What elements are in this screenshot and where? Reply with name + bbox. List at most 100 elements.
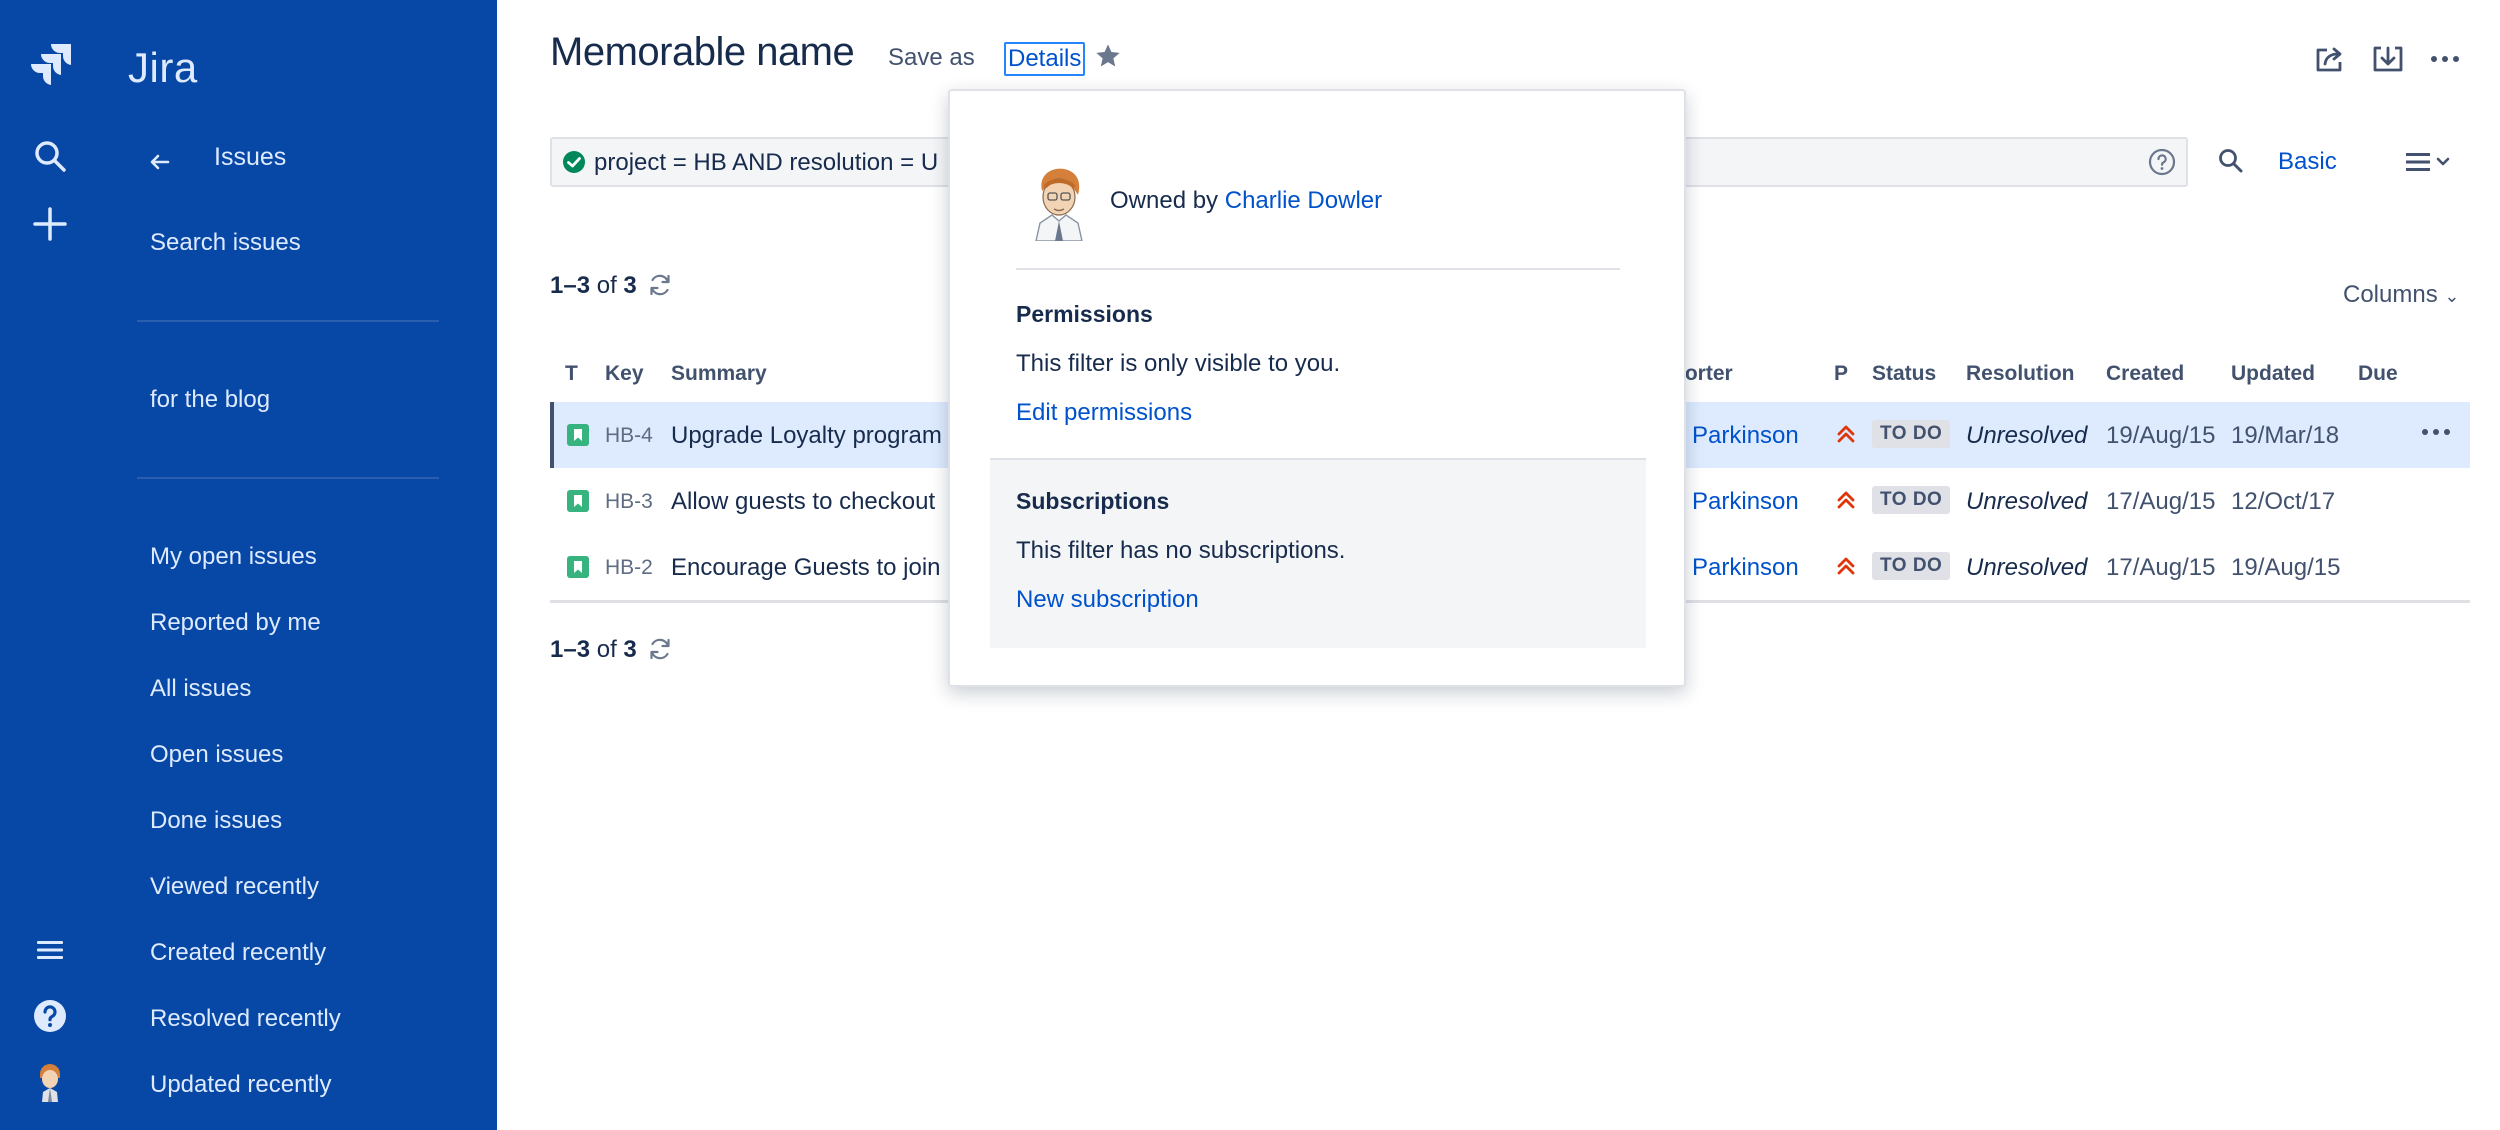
story-icon: [567, 556, 589, 578]
priority-highest-icon: [1837, 557, 1855, 575]
sidebar-item-done-issues[interactable]: Done issues: [150, 807, 282, 835]
owned-by-label: Owned by: [1110, 187, 1219, 214]
issue-resolution: Unresolved: [1966, 422, 2088, 449]
sidebar-item-created-recently[interactable]: Created recently: [150, 939, 326, 967]
results-count-bottom: 1–3 of 3: [550, 636, 637, 664]
issue-summary[interactable]: Upgrade Loyalty program: [671, 422, 942, 450]
priority-highest-icon: [1837, 491, 1855, 509]
subscriptions-text: This filter has no subscriptions.: [1016, 537, 1346, 564]
columns-button[interactable]: Columns ⌄: [2343, 281, 2459, 309]
sidebar-item-viewed-recently[interactable]: Viewed recently: [150, 873, 319, 901]
issue-created: 17/Aug/15: [2106, 554, 2216, 581]
refresh-icon[interactable]: [647, 636, 673, 662]
issue-summary[interactable]: Encourage Guests to join: [671, 554, 941, 582]
status-badge: TO DO: [1872, 420, 1951, 448]
owner-line: Owned by Charlie Dowler: [1110, 187, 1382, 215]
issue-created: 17/Aug/15: [2106, 488, 2216, 515]
jira-logo-icon[interactable]: [22, 38, 78, 94]
issue-key[interactable]: HB-2: [605, 556, 653, 580]
results-count: 1–3 of 3: [550, 272, 637, 300]
sidebar-item-starred-filter[interactable]: for the blog: [150, 386, 270, 414]
syntax-help-icon[interactable]: [2148, 148, 2176, 176]
permissions-text: This filter is only visible to you.: [1016, 350, 1341, 377]
sidebar-divider: [137, 320, 439, 322]
issue-summary[interactable]: Allow guests to checkout: [671, 488, 935, 516]
issue-reporter[interactable]: n Parkinson: [1672, 488, 1799, 516]
issue-key[interactable]: HB-4: [605, 424, 653, 448]
results-total: 3: [623, 272, 637, 299]
page-title: Memorable name: [550, 30, 855, 74]
avatar[interactable]: [22, 1054, 78, 1110]
issue-resolution: Unresolved: [1966, 554, 2088, 581]
permissions-heading: Permissions: [1016, 301, 1153, 327]
column-header-status[interactable]: Status: [1872, 362, 1936, 386]
issue-key[interactable]: HB-3: [605, 490, 653, 514]
story-icon: [567, 490, 589, 512]
status-badge: TO DO: [1872, 552, 1951, 580]
column-header-resolution[interactable]: Resolution: [1966, 362, 2075, 386]
subscriptions-heading: Subscriptions: [1016, 488, 1170, 514]
filter-details-popup: Owned by Charlie Dowler Permissions This…: [948, 89, 1686, 687]
column-header-created[interactable]: Created: [2106, 362, 2184, 386]
issue-updated: 19/Mar/18: [2231, 422, 2340, 449]
share-icon[interactable]: [2314, 44, 2348, 74]
column-header-due[interactable]: Due: [2358, 362, 2398, 386]
sidebar-item-updated-recently[interactable]: Updated recently: [150, 1071, 331, 1099]
issue-updated: 19/Aug/15: [2231, 554, 2341, 581]
new-subscription-link[interactable]: New subscription: [1016, 586, 1199, 614]
sidebar-item-open-issues[interactable]: Open issues: [150, 741, 283, 769]
sidebar-item-search-issues[interactable]: Search issues: [150, 229, 301, 257]
create-icon[interactable]: [22, 196, 78, 252]
results-range: 1–3: [550, 272, 591, 299]
column-header-key[interactable]: Key: [605, 362, 644, 386]
more-icon[interactable]: [2428, 44, 2462, 74]
sidebar-divider: [137, 477, 439, 479]
issue-updated: 12/Oct/17: [2231, 488, 2336, 515]
export-icon[interactable]: [2371, 44, 2405, 74]
sidebar-item-my-open-issues[interactable]: My open issues: [150, 543, 317, 571]
column-header-priority[interactable]: P: [1834, 362, 1848, 386]
menu-icon[interactable]: [22, 922, 78, 978]
sidebar-item-all-issues[interactable]: All issues: [150, 675, 251, 703]
column-header-updated[interactable]: Updated: [2231, 362, 2315, 386]
sidebar-header-issues[interactable]: Issues: [214, 143, 286, 172]
columns-label: Columns: [2343, 281, 2438, 308]
status-badge: TO DO: [1872, 486, 1951, 514]
popup-divider: [1016, 268, 1620, 270]
save-as-button[interactable]: Save as: [888, 44, 975, 72]
priority-highest-icon: [1837, 425, 1855, 443]
sidebar-item-resolved-recently[interactable]: Resolved recently: [150, 1005, 341, 1033]
jql-query-text: project = HB AND resolution = U: [594, 149, 939, 176]
global-navigation: [0, 0, 100, 1130]
back-arrow-icon[interactable]: [148, 150, 172, 174]
column-header-type[interactable]: T: [565, 362, 578, 386]
valid-query-icon: [563, 151, 585, 173]
product-name: Jira: [128, 44, 198, 91]
story-icon: [567, 424, 589, 446]
issue-reporter[interactable]: n Parkinson: [1672, 554, 1799, 582]
results-of: of: [596, 272, 617, 299]
chevron-down-icon: ⌄: [2444, 286, 2460, 306]
owner-avatar: [1035, 168, 1083, 241]
star-icon[interactable]: [1094, 42, 1122, 70]
refresh-icon[interactable]: [647, 272, 673, 298]
issue-created: 19/Aug/15: [2106, 422, 2216, 449]
basic-search-toggle[interactable]: Basic: [2278, 148, 2337, 176]
search-button-icon[interactable]: [2216, 146, 2246, 176]
issue-resolution: Unresolved: [1966, 488, 2088, 515]
project-sidebar: Jira Issues Search issues for the blog M…: [100, 0, 497, 1130]
edit-permissions-link[interactable]: Edit permissions: [1016, 399, 1192, 427]
results-range: 1–3: [550, 636, 591, 663]
search-icon[interactable]: [22, 128, 78, 184]
help-icon[interactable]: [22, 988, 78, 1044]
subscriptions-section: Subscriptions This filter has no subscri…: [990, 458, 1646, 648]
results-total: 3: [623, 636, 637, 663]
owner-link[interactable]: Charlie Dowler: [1225, 187, 1382, 214]
details-button[interactable]: Details: [1004, 42, 1086, 76]
issue-reporter[interactable]: n Parkinson: [1672, 422, 1799, 450]
column-header-summary[interactable]: Summary: [671, 362, 767, 386]
row-actions-icon[interactable]: [2420, 426, 2452, 438]
layout-menu-icon[interactable]: [2404, 148, 2460, 176]
results-of: of: [596, 636, 617, 663]
sidebar-item-reported-by-me[interactable]: Reported by me: [150, 609, 321, 637]
